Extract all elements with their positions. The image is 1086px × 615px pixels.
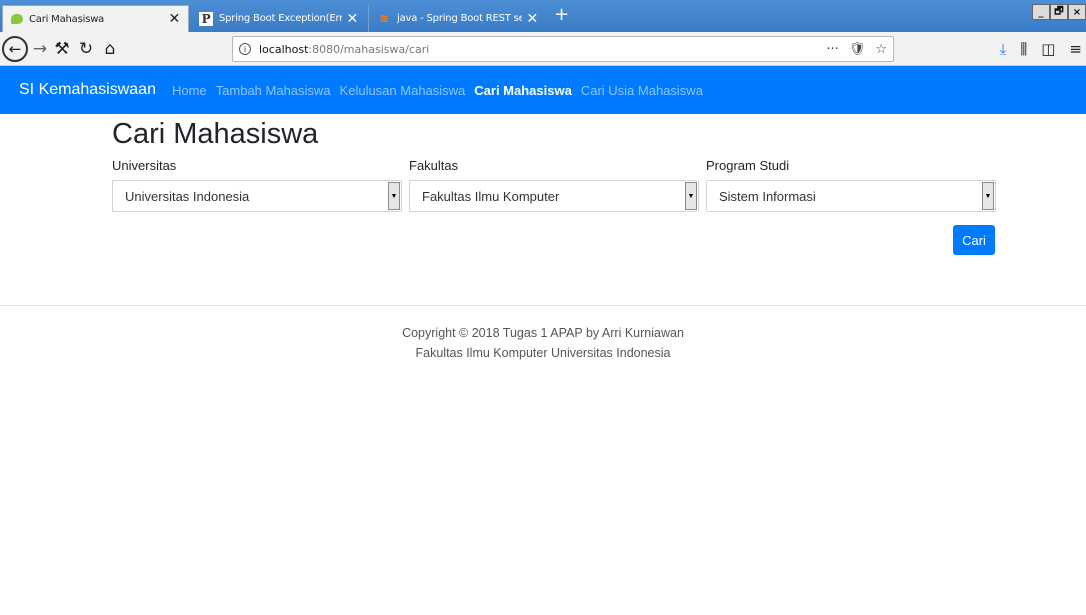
fakultas-field: Fakultas Fakultas Ilmu Komputer ▼ (409, 158, 699, 212)
home-icon: ⌂ (104, 39, 116, 59)
program-studi-select[interactable]: Sistem Informasi ▼ (706, 180, 996, 212)
arrow-left-icon: ← (8, 40, 22, 58)
program-studi-label: Program Studi (706, 158, 790, 173)
wrench-icon: ⚒ (54, 39, 70, 59)
close-icon[interactable]: ✕ (526, 12, 538, 26)
library-icon[interactable]: ⫼ (1020, 40, 1027, 58)
cari-button[interactable]: Cari (953, 225, 995, 255)
nav-link-cari-usia-mahasiswa[interactable]: Cari Usia Mahasiswa (581, 83, 703, 98)
back-button[interactable]: ← (2, 36, 28, 62)
tab-title: java - Spring Boot REST service e (397, 13, 523, 24)
tools-button[interactable]: ⚒ (52, 36, 72, 62)
stackoverflow-icon: ≋ (379, 12, 389, 25)
download-icon[interactable]: ⤓ (1000, 40, 1007, 58)
chevron-down-icon[interactable]: ▼ (982, 182, 994, 210)
url-host: localhost (259, 42, 309, 56)
url-path: :8080/mahasiswa/cari (308, 42, 430, 56)
p-letter-icon: P (199, 11, 213, 26)
menu-icon[interactable]: ≡ (1069, 40, 1082, 58)
close-icon[interactable]: ✕ (168, 12, 180, 26)
app-navbar: SI Kemahasiswaan Home Tambah Mahasiswa K… (0, 66, 1086, 114)
tab-title: Cari Mahasiswa (29, 13, 105, 25)
nav-link-cari-mahasiswa[interactable]: Cari Mahasiswa (474, 83, 572, 98)
close-window-button[interactable]: × (1068, 4, 1086, 20)
restore-button[interactable]: 🗗 (1050, 4, 1068, 20)
universitas-field: Universitas Universitas Indonesia ▼ (112, 158, 402, 212)
program-studi-field: Program Studi Sistem Informasi ▼ (706, 158, 996, 212)
footer-copyright: Copyright © 2018 Tugas 1 APAP by Arri Ku… (402, 326, 684, 340)
browser-right-tools: ⤓ ⫼ ◫ ≡ (1000, 40, 1082, 58)
browser-tab-spring-boot-exception[interactable]: P Spring Boot Exception(Error) Hand ✕ (191, 5, 366, 32)
pocket-icon[interactable]: 🛡 (849, 42, 866, 57)
info-icon[interactable]: i (239, 43, 251, 55)
minimize-button[interactable]: _ (1032, 4, 1050, 20)
universitas-select[interactable]: Universitas Indonesia ▼ (112, 180, 402, 212)
sidebar-icon[interactable]: ◫ (1041, 40, 1055, 58)
browser-toolbar: ← → ⚒ ↻ ⌂ i localhost:8080/mahasiswa/car… (0, 32, 1086, 66)
program-studi-selected-value: Sistem Informasi (719, 188, 816, 204)
reload-icon: ↻ (78, 39, 94, 59)
more-actions-icon[interactable]: ··· (826, 42, 838, 57)
universitas-label: Universitas (112, 158, 177, 173)
fakultas-label: Fakultas (409, 158, 459, 173)
new-tab-button[interactable]: + (554, 5, 569, 25)
tab-title: Spring Boot Exception(Error) Hand (219, 13, 343, 24)
browser-tab-java-spring-boot[interactable]: ≋ java - Spring Boot REST service e ✕ (368, 5, 546, 32)
nav-link-kelulusan-mahasiswa[interactable]: Kelulusan Mahasiswa (340, 83, 466, 98)
page-title: Cari Mahasiswa (112, 118, 319, 150)
footer-divider (0, 305, 1086, 306)
app-brand[interactable]: SI Kemahasiswaan (19, 81, 156, 99)
bookmark-star-icon[interactable]: ☆ (875, 42, 887, 57)
chevron-down-icon[interactable]: ▼ (388, 182, 400, 210)
window-controls: _ 🗗 × (1032, 4, 1086, 20)
nav-link-home[interactable]: Home (172, 83, 207, 98)
nav-link-tambah-mahasiswa[interactable]: Tambah Mahasiswa (216, 83, 331, 98)
fakultas-select[interactable]: Fakultas Ilmu Komputer ▼ (409, 180, 699, 212)
fakultas-selected-value: Fakultas Ilmu Komputer (422, 188, 560, 204)
forward-button[interactable]: → (30, 36, 50, 62)
reload-button[interactable]: ↻ (76, 36, 96, 62)
browser-tab-bar: Cari Mahasiswa ✕ P Spring Boot Exception… (0, 0, 1086, 32)
footer: Copyright © 2018 Tugas 1 APAP by Arri Ku… (0, 323, 1086, 363)
close-icon[interactable]: ✕ (346, 12, 358, 26)
url-actions: ··· 🛡 ☆ (826, 42, 887, 57)
chevron-down-icon[interactable]: ▼ (685, 182, 697, 210)
browser-tab-cari-mahasiswa[interactable]: Cari Mahasiswa ✕ (2, 5, 189, 32)
universitas-selected-value: Universitas Indonesia (125, 188, 250, 204)
address-bar[interactable]: i localhost:8080/mahasiswa/cari ··· 🛡 ☆ (232, 36, 894, 62)
home-button[interactable]: ⌂ (100, 36, 120, 62)
arrow-right-icon: → (32, 39, 48, 59)
footer-affiliation: Fakultas Ilmu Komputer Universitas Indon… (415, 346, 671, 360)
spring-leaf-icon (11, 14, 23, 24)
